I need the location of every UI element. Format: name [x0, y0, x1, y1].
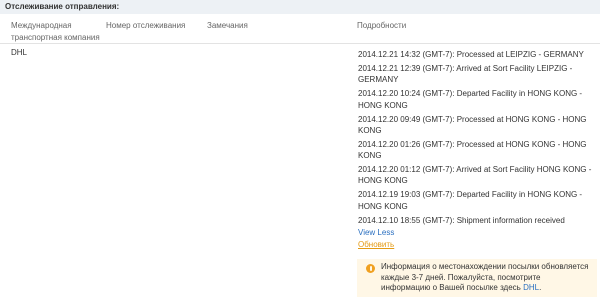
header-tracking-number: Номер отслеживания — [106, 21, 186, 30]
tracking-event: 2014.12.20 09:49 (GMT-7): Processed at H… — [358, 114, 587, 135]
shipment-tracking-panel: Отслеживание отправления: Международная … — [0, 0, 600, 304]
refresh-link[interactable]: Обновить — [358, 240, 394, 250]
header-notes: Замечания — [207, 21, 248, 30]
notice-end: . — [539, 283, 542, 292]
header-carrier: Международная транспортная компания — [11, 21, 100, 42]
tracking-event: 2014.12.20 10:24 (GMT-7): Departed Facil… — [358, 89, 583, 110]
header-details: Подробности — [357, 21, 407, 30]
carrier-name: DHL — [11, 48, 28, 57]
update-notice: Информация о местонахождении посылки обн… — [357, 259, 597, 297]
tracking-event: 2014.12.21 12:39 (GMT-7): Arrived at Sor… — [358, 63, 573, 85]
view-less-link[interactable]: View Less — [358, 228, 594, 238]
notice-text: Информация о местонахождении посылки обн… — [381, 262, 589, 292]
tracking-event: 2014.12.10 18:55 (GMT-7): Shipment infor… — [358, 215, 565, 225]
carrier-link[interactable]: DHL — [523, 283, 539, 292]
tracking-event: 2014.12.20 01:12 (GMT-7): Arrived at Sor… — [358, 165, 592, 186]
tracking-event: 2014.12.21 14:32 (GMT-7): Processed at L… — [358, 50, 584, 59]
info-icon — [366, 264, 375, 273]
table-header: Международная транспортная компания Номе… — [0, 14, 600, 44]
tracking-event: 2014.12.20 01:26 (GMT-7): Processed at H… — [358, 139, 587, 161]
tracking-event: 2014.12.19 19:03 (GMT-7): Departed Facil… — [358, 190, 583, 211]
section-title: Отслеживание отправления: — [0, 0, 600, 14]
tracking-events: 2014.12.21 14:32 (GMT-7): Processed at L… — [358, 49, 594, 250]
